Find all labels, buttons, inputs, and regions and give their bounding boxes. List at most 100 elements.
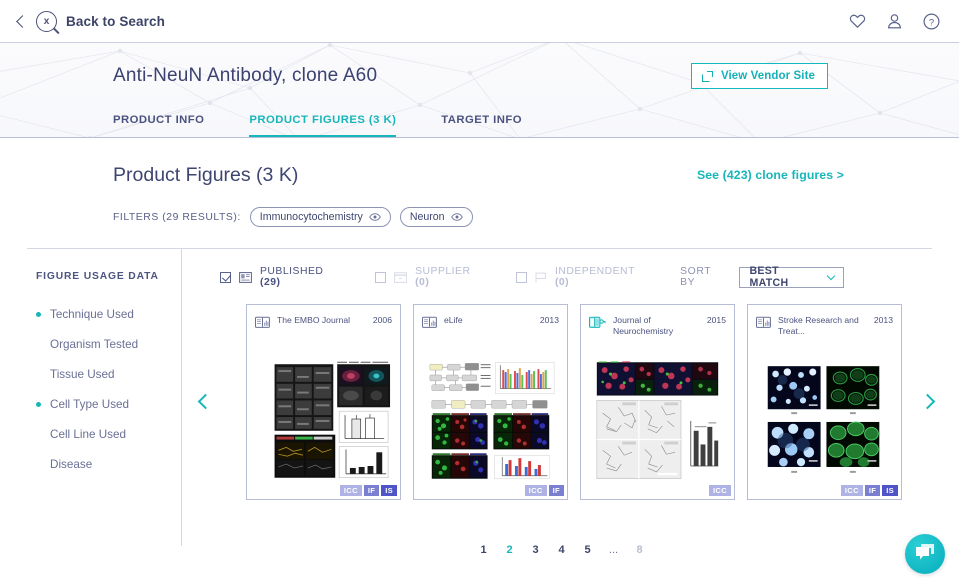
sidebar-item-label: Organism Tested [50, 337, 139, 351]
favorites-heart-icon[interactable] [849, 13, 866, 29]
user-account-icon[interactable] [887, 13, 902, 29]
sidebar-item-tissue-used[interactable]: Tissue Used [27, 359, 181, 389]
sort-by-dropdown[interactable]: BEST MATCH [739, 265, 844, 289]
badge-is: IS [381, 485, 397, 496]
svg-text:?: ? [929, 17, 934, 28]
see-clone-figures-link[interactable]: See (423) clone figures > [697, 168, 844, 182]
technique-badges: ICC IF IS [840, 485, 898, 496]
tab-product-figures[interactable]: PRODUCT FIGURES (3 K) [249, 114, 397, 137]
figures-carousel: The EMBO Journal 2006 ICC IF IS eLife 20… [182, 304, 959, 534]
journal-name: Stroke Research and Treat... [778, 315, 859, 336]
source-filter-toolbar: PUBLISHED (29) SUPPLIER (0) INDEPENDENT … [182, 264, 959, 290]
checkbox-icon[interactable] [220, 271, 231, 283]
sidebar-item-organism-tested[interactable]: Organism Tested [27, 329, 181, 359]
eye-icon[interactable] [368, 213, 381, 221]
page-button-3[interactable]: 3 [523, 544, 549, 556]
card-header: Journal of Neurochemistry 2015 [581, 305, 734, 339]
figure-thumbnail[interactable] [756, 341, 893, 499]
chat-widget-button[interactable] [905, 534, 945, 574]
sidebar-title: FIGURE USAGE DATA [36, 271, 159, 282]
selected-dot-icon [36, 462, 41, 467]
badge-icc: ICC [840, 485, 863, 496]
sidebar-item-disease[interactable]: Disease [27, 449, 181, 479]
filter-chip-neuron[interactable]: Neuron [399, 207, 473, 227]
journal-name: eLife [444, 315, 463, 325]
source-label-independent: INDEPENDENT (0) [554, 266, 635, 288]
figure-thumbnail[interactable] [255, 341, 392, 499]
selected-dot-icon [36, 372, 41, 377]
figure-usage-sidebar: FIGURE USAGE DATA Technique Used Organis… [27, 249, 182, 546]
view-vendor-site-button[interactable]: View Vendor Site [690, 63, 828, 89]
checkbox-icon[interactable] [375, 271, 387, 283]
figure-thumbnail[interactable] [589, 341, 726, 499]
technique-badges: ICC IF [524, 485, 564, 496]
help-question-icon[interactable]: ? [923, 12, 940, 30]
results-body: FIGURE USAGE DATA Technique Used Organis… [0, 249, 959, 556]
box-icon [394, 271, 407, 283]
external-link-icon [701, 70, 713, 82]
badge-icc: ICC [709, 485, 731, 496]
selected-dot-icon [36, 342, 41, 347]
sidebar-item-label: Cell Line Used [50, 427, 127, 441]
page-button-4[interactable]: 4 [549, 544, 575, 556]
eye-icon[interactable] [450, 213, 463, 221]
source-checkbox-published[interactable]: PUBLISHED (29) [220, 266, 347, 288]
product-figures-page: x Back to Search ? Anti-NeuN Antibody, c… [0, 0, 959, 586]
source-label-published: PUBLISHED (29) [260, 266, 324, 288]
sidebar-item-cell-line-used[interactable]: Cell Line Used [27, 419, 181, 449]
tab-product-info[interactable]: PRODUCT INFO [113, 114, 204, 137]
sort-by-value: BEST MATCH [749, 265, 789, 289]
product-tabs: PRODUCT INFO PRODUCT FIGURES (3 K) TARGE… [0, 114, 959, 137]
badge-is: IS [882, 485, 898, 496]
source-checkbox-independent[interactable]: INDEPENDENT (0) [515, 266, 652, 288]
card-header: eLife 2013 [414, 305, 567, 339]
chevron-right-icon [919, 393, 935, 409]
filter-chip-immunocytochemistry[interactable]: Immunocytochemistry [249, 207, 391, 227]
journal-open-access-icon [589, 316, 606, 334]
figure-card[interactable]: The EMBO Journal 2006 ICC IF IS [246, 304, 401, 500]
sort-controls: SORT BY BEST MATCH [680, 265, 959, 289]
back-to-search-button[interactable]: x Back to Search [0, 10, 165, 32]
sidebar-item-technique-used[interactable]: Technique Used [27, 299, 181, 329]
page-button-1[interactable]: 1 [471, 544, 497, 556]
fluorescence-and-brightfield-panels [596, 361, 721, 480]
carousel-next-button[interactable] [917, 388, 937, 414]
filters-label: FILTERS (29 RESULTS): [113, 211, 241, 223]
sidebar-item-label: Disease [50, 457, 93, 471]
figure-card-list: The EMBO Journal 2006 ICC IF IS eLife 20… [182, 304, 959, 500]
badge-if: IF [864, 485, 881, 496]
sidebar-item-label: Technique Used [50, 307, 134, 321]
chevron-left-icon [197, 393, 213, 409]
figure-card[interactable]: Journal of Neurochemistry 2015 ICC [580, 304, 735, 500]
figure-card[interactable]: eLife 2013 ICC IF [413, 304, 568, 500]
top-bar-icon-group: ? [849, 12, 959, 30]
checkbox-icon[interactable] [515, 271, 527, 283]
technique-badges: ICC IF IS [339, 485, 397, 496]
tab-target-info[interactable]: TARGET INFO [441, 114, 522, 137]
page-ellipsis: ... [608, 544, 619, 556]
back-to-search-label: Back to Search [66, 13, 165, 29]
technique-badges: ICC [709, 485, 731, 496]
selected-dot-icon [36, 311, 41, 317]
selected-dot-icon [36, 432, 41, 437]
microscopy-montage-dark [274, 361, 391, 479]
page-title: Anti-NeuN Antibody, clone A60 [113, 65, 378, 86]
filter-chip-label: Neuron [409, 211, 445, 223]
journal-book-icon [422, 316, 437, 334]
journal-year: 2015 [706, 315, 726, 325]
pagination: 1 2 3 4 5 ... 8 [182, 544, 959, 556]
selected-dot-icon [36, 401, 41, 407]
figure-thumbnail[interactable] [422, 341, 559, 499]
journal-name: The EMBO Journal [277, 315, 351, 325]
sidebar-item-cell-type-used[interactable]: Cell Type Used [27, 389, 181, 419]
carousel-prev-button[interactable] [195, 388, 215, 414]
sort-by-label: SORT BY [680, 266, 712, 288]
chat-bubbles-icon [914, 542, 936, 566]
source-checkbox-supplier[interactable]: SUPPLIER (0) [375, 266, 488, 288]
page-button-5[interactable]: 5 [575, 544, 601, 556]
figure-card[interactable]: Stroke Research and Treat... 2013 ICC IF… [747, 304, 902, 500]
page-button-8[interactable]: 8 [627, 544, 653, 556]
journal-book-icon [756, 316, 771, 334]
page-button-2[interactable]: 2 [497, 544, 523, 556]
journal-year: 2013 [873, 315, 893, 325]
